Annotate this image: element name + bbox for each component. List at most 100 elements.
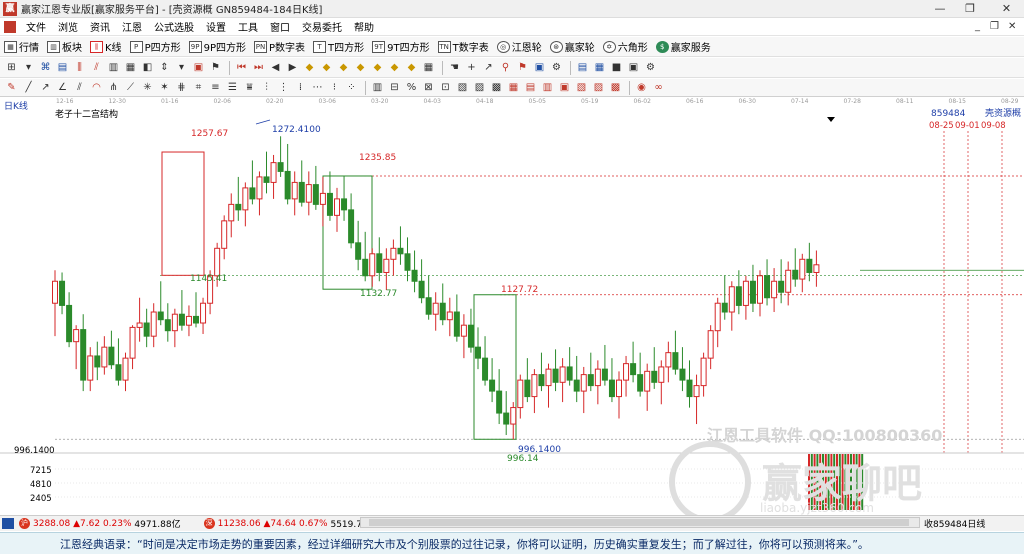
tool-9-icon[interactable]: ▣ <box>191 60 206 75</box>
tool-3-icon[interactable]: ⫼ <box>72 60 87 75</box>
toolbar-hexagon-button[interactable]: ✡ 六角形 <box>599 38 652 56</box>
mdi-minimize-icon[interactable]: _ <box>975 18 980 36</box>
diamond4-icon[interactable]: ◆ <box>353 60 368 75</box>
mdi-close-icon[interactable]: ✕ <box>1008 18 1016 36</box>
toolbar-gann-wheel-button[interactable]: ◎ 江恩轮 <box>493 38 546 56</box>
prev-icon[interactable]: ◀ <box>268 60 283 75</box>
tool-e-icon[interactable]: ▧ <box>455 80 470 95</box>
tool-11-icon[interactable]: ▣ <box>532 60 547 75</box>
star-icon[interactable]: ✳ <box>140 80 155 95</box>
sh-index-segment[interactable]: 沪 3288.08 ▲7.62 0.23% 4971.88亿 <box>0 517 181 530</box>
gift-icon[interactable]: ⚑ <box>515 60 530 75</box>
next-icon[interactable]: ▶ <box>285 60 300 75</box>
scrollbar-thumb[interactable] <box>369 519 909 526</box>
tool-4-icon[interactable]: ⫽ <box>89 60 104 75</box>
restore-icon[interactable]: ❐ <box>955 0 985 18</box>
infinity-icon[interactable]: ∞ <box>651 80 666 95</box>
tool-m-icon[interactable]: ▨ <box>591 80 606 95</box>
kline-chart[interactable]: 12-16 12-30 01-16 02-06 02-20 03-06 03-20 04-03… <box>0 97 1024 523</box>
mdi-restore-icon[interactable]: ❐ <box>990 18 999 36</box>
tool-15-icon[interactable]: ■ <box>609 60 624 75</box>
chart-scrollbar[interactable] <box>360 517 920 528</box>
tool-b-icon[interactable]: ⊟ <box>387 80 402 95</box>
tool-j-icon[interactable]: ▥ <box>540 80 555 95</box>
color-wheel-icon[interactable]: ◉ <box>634 80 649 95</box>
grid2-icon[interactable]: ⋕ <box>174 80 189 95</box>
kline-chart-area[interactable]: 12-16 12-30 01-16 02-06 02-20 03-06 03-20 04-03… <box>0 97 1024 523</box>
pen-icon[interactable]: ✎ <box>4 80 19 95</box>
toolbar-9t-square-button[interactable]: 9T 9T四方形 <box>368 38 433 56</box>
menu-browse[interactable]: 浏览 <box>52 19 84 34</box>
diamond7-icon[interactable]: ◆ <box>404 60 419 75</box>
diamond1-icon[interactable]: ◆ <box>302 60 317 75</box>
lines3-icon[interactable]: ⩸ <box>242 80 257 95</box>
tool-5-icon[interactable]: ▥ <box>106 60 121 75</box>
lines5-icon[interactable]: ⋮ <box>276 80 291 95</box>
menu-trade[interactable]: 交易委托 <box>296 19 348 34</box>
tool-k-icon[interactable]: ▣ <box>557 80 572 95</box>
menu-window[interactable]: 窗口 <box>264 19 296 34</box>
toolbar-winner-wheel-button[interactable]: ⊛ 赢家轮 <box>546 38 599 56</box>
channel-icon[interactable]: ⫽ <box>72 80 87 95</box>
tool-n-icon[interactable]: ▩ <box>608 80 623 95</box>
fan2-icon[interactable]: ✶ <box>157 80 172 95</box>
tool-h-icon[interactable]: ▦ <box>506 80 521 95</box>
diamond5-icon[interactable]: ◆ <box>370 60 385 75</box>
tool-7-icon[interactable]: ◧ <box>140 60 155 75</box>
tool-10-icon[interactable]: ⚑ <box>208 60 223 75</box>
toolbar-t-table-button[interactable]: TN T数字表 <box>434 38 493 56</box>
tool-13-icon[interactable]: ▤ <box>575 60 590 75</box>
toolbar-p-table-button[interactable]: PN P数字表 <box>250 38 309 56</box>
fan-icon[interactable]: ⟋ <box>123 80 138 95</box>
table-icon[interactable]: ▦ <box>421 60 436 75</box>
grid3-icon[interactable]: ⌗ <box>191 80 206 95</box>
diamond6-icon[interactable]: ◆ <box>387 60 402 75</box>
close-icon[interactable]: ✕ <box>989 0 1024 18</box>
lines7-icon[interactable]: ⋯ <box>310 80 325 95</box>
tool-2-icon[interactable]: ▤ <box>55 60 70 75</box>
lines2-icon[interactable]: ☰ <box>225 80 240 95</box>
menu-tools[interactable]: 工具 <box>232 19 264 34</box>
diamond2-icon[interactable]: ◆ <box>319 60 334 75</box>
ray-icon[interactable]: ↗ <box>38 80 53 95</box>
dropdown2-arrow-icon[interactable]: ▾ <box>174 60 189 75</box>
toolbar-service-button[interactable]: $ 赢家服务 <box>652 38 715 56</box>
menu-formula[interactable]: 公式选股 <box>148 19 200 34</box>
lines8-icon[interactable]: ⁝ <box>327 80 342 95</box>
crosshair-icon[interactable]: + <box>464 60 479 75</box>
trend-icon[interactable]: ↗ <box>481 60 496 75</box>
lines9-icon[interactable]: ⁘ <box>344 80 359 95</box>
tool-g-icon[interactable]: ▩ <box>489 80 504 95</box>
pitch-icon[interactable]: ⋔ <box>106 80 121 95</box>
percent-icon[interactable]: % <box>404 80 419 95</box>
menu-gann[interactable]: 江恩 <box>116 19 148 34</box>
lines4-icon[interactable]: ⫶ <box>259 80 274 95</box>
toolbar-quotes-button[interactable]: ▦ 行情 <box>0 38 43 56</box>
toolbar-kline-button[interactable]: ⫼ K线 <box>86 38 126 56</box>
tool-f-icon[interactable]: ▨ <box>472 80 487 95</box>
sz-index-segment[interactable]: 深 11238.06 ▲74.64 0.67% 5519.72亿 <box>201 517 377 530</box>
menu-help[interactable]: 帮助 <box>348 19 380 34</box>
tool-12-icon[interactable]: ⚙ <box>549 60 564 75</box>
tool-a-icon[interactable]: ▥ <box>370 80 385 95</box>
tool-6-icon[interactable]: ▦ <box>123 60 138 75</box>
tool-l-icon[interactable]: ▧ <box>574 80 589 95</box>
tool-17-icon[interactable]: ⚙ <box>643 60 658 75</box>
lines6-icon[interactable]: ⁞ <box>293 80 308 95</box>
minimize-icon[interactable]: — <box>925 0 955 18</box>
toolbar-t-square-button[interactable]: T T四方形 <box>309 38 368 56</box>
tool-c-icon[interactable]: ⊠ <box>421 80 436 95</box>
menu-settings[interactable]: 设置 <box>200 19 232 34</box>
toolbar-sectors-button[interactable]: ▥ 板块 <box>43 38 86 56</box>
first-icon[interactable]: ⏮ <box>234 60 249 75</box>
arc-icon[interactable]: ◠ <box>89 80 104 95</box>
last-icon[interactable]: ⏭ <box>251 60 266 75</box>
toolbar-p-square-button[interactable]: P P四方形 <box>126 38 185 56</box>
tool-14-icon[interactable]: ▦ <box>592 60 607 75</box>
menu-info[interactable]: 资讯 <box>84 19 116 34</box>
toolbar-9p-square-button[interactable]: 9P 9P四方形 <box>185 38 250 56</box>
tool-1-icon[interactable]: ⌘ <box>38 60 53 75</box>
angle-icon[interactable]: ∠ <box>55 80 70 95</box>
tool-8-icon[interactable]: ⇕ <box>157 60 172 75</box>
period-select-icon[interactable]: ⊞ <box>4 60 19 75</box>
